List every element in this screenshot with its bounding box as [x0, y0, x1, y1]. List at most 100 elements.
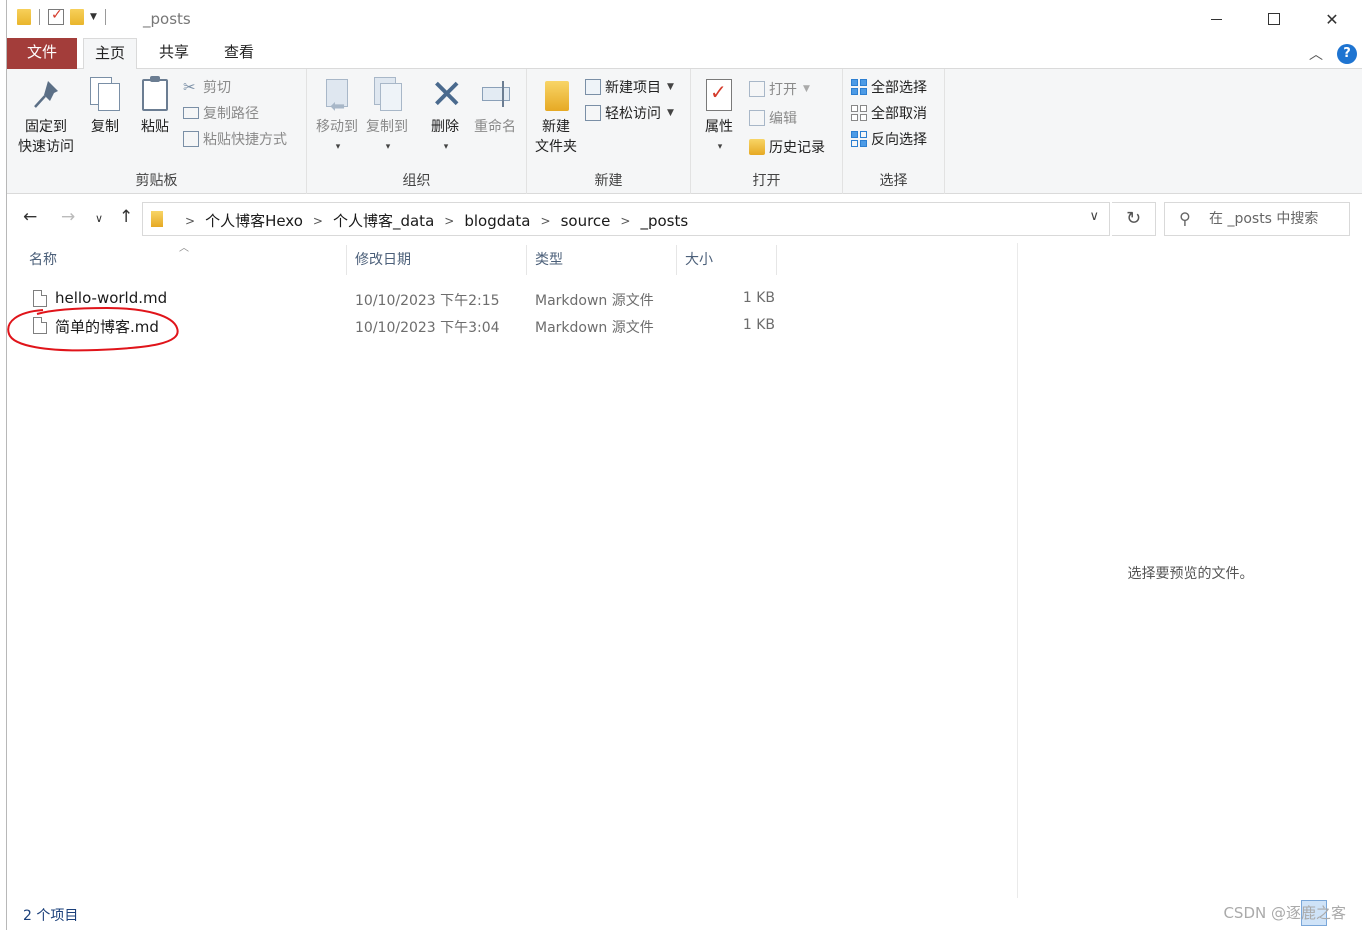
properties-button[interactable]: 属性 ▾ [697, 77, 741, 157]
scissors-icon: ✂ [183, 78, 196, 96]
select-all-button[interactable]: 全部选择 [851, 75, 927, 99]
properties-caret-icon: ▾ [717, 142, 723, 152]
new-folder-icon [539, 77, 573, 113]
delete-label: 删除 [431, 119, 459, 135]
breadcrumb-item[interactable]: _posts [640, 212, 688, 230]
clipboard-group-label: 剪贴板 [135, 173, 178, 189]
close-button[interactable]: ✕ [1303, 0, 1361, 38]
select-all-label: 全部选择 [871, 80, 927, 96]
rename-label: 重命名 [474, 119, 516, 135]
status-bar: 2 个项目 CSDN @逐鹿之客 [7, 900, 1362, 930]
paste-shortcut-button[interactable]: 粘贴快捷方式 [183, 127, 287, 151]
chevron-down-icon[interactable]: ∨ [1089, 209, 1099, 224]
new-folder-button[interactable]: 新建 文件夹 [531, 77, 581, 157]
maximize-button[interactable] [1245, 0, 1303, 38]
tab-share[interactable]: 共享 [147, 38, 201, 69]
chevron-right-icon[interactable]: > [620, 214, 630, 228]
new-item-icon [585, 79, 601, 95]
pin-quick-access-button[interactable]: 固定到 快速访问 [13, 77, 79, 157]
file-date: 10/10/2023 下午2:15 [355, 293, 500, 309]
preview-message: 选择要预览的文件。 [1127, 566, 1254, 582]
new-group-label: 新建 [594, 173, 623, 189]
new-item-caret-icon: ▼ [667, 82, 674, 92]
paste-shortcut-icon [183, 131, 199, 147]
cut-button[interactable]: ✂ 剪切 [183, 75, 231, 99]
organize-group-label: 组织 [402, 173, 431, 189]
column-header-size[interactable]: 大小 [677, 245, 777, 275]
open-group: 属性 ▾ 打开 ▼ 编辑 历史记录 打开 [691, 69, 843, 194]
preview-pane: 选择要预览的文件。 [1017, 243, 1362, 898]
column-headers: ︿ 名称 修改日期 类型 大小 [7, 243, 1017, 275]
paste-shortcut-label: 粘贴快捷方式 [203, 132, 287, 148]
tab-view[interactable]: 查看 [212, 38, 266, 69]
properties-icon[interactable] [48, 7, 64, 25]
refresh-button[interactable]: ↻ [1112, 202, 1156, 236]
copy-path-button[interactable]: 复制路径 [183, 101, 259, 125]
chevron-right-icon[interactable]: > [541, 214, 551, 228]
chevron-right-icon[interactable]: > [444, 214, 454, 228]
close-icon: ✕ [1325, 9, 1339, 29]
forward-arrow-icon[interactable]: → [61, 207, 75, 227]
open-icon [749, 81, 765, 97]
help-icon[interactable]: ? [1337, 44, 1357, 64]
copy-button[interactable]: 复制 [83, 77, 127, 137]
customize-toolbar-icon[interactable]: ▼ [90, 12, 97, 22]
delete-icon: ✕ [430, 72, 464, 118]
address-bar[interactable]: > 个人博客Hexo > 个人博客_data > blogdata > source > _pos… [142, 202, 1110, 236]
explorer-window: ▼ _posts ✕ 文件 主页 共享 查看 ︿ ? 固定到 快速访问 [6, 0, 1362, 930]
minimize-button[interactable] [1187, 0, 1245, 38]
toolbar-separator [104, 9, 106, 25]
column-header-type[interactable]: 类型 [527, 245, 677, 275]
easy-access-icon [585, 105, 601, 121]
search-input[interactable] [1209, 203, 1347, 235]
folder-icon[interactable] [17, 9, 31, 25]
organize-group: ⬅ 移动到 ▾ 复制到 ▾ ✕ 删除 ▾ 重命名 组织 [307, 69, 527, 194]
open-button[interactable]: 打开 ▼ [749, 77, 810, 101]
history-icon [749, 139, 765, 155]
column-header-name[interactable]: 名称 [21, 245, 347, 275]
copy-label: 复制 [91, 119, 119, 135]
chevron-right-icon[interactable]: > [313, 214, 323, 228]
new-folder-label: 新建 文件夹 [535, 119, 577, 155]
rename-button[interactable]: 重命名 [471, 77, 519, 137]
copy-path-label: 复制路径 [203, 106, 259, 122]
breadcrumb-item[interactable]: 个人博客Hexo [205, 210, 303, 231]
copy-to-caret-icon: ▾ [385, 142, 391, 152]
window-title: _posts [143, 10, 191, 28]
move-to-button[interactable]: ⬅ 移动到 ▾ [313, 77, 361, 157]
open-label: 打开 [769, 82, 797, 98]
history-button[interactable]: 历史记录 [749, 135, 825, 159]
copy-to-button[interactable]: 复制到 ▾ [363, 77, 411, 157]
new-item-button[interactable]: 新建项目 ▼ [585, 75, 674, 99]
select-none-button[interactable]: 全部取消 [851, 101, 927, 125]
properties-label: 属性 [705, 119, 733, 135]
column-header-date[interactable]: 修改日期 [347, 245, 527, 275]
paste-label: 粘贴 [141, 119, 169, 135]
delete-button[interactable]: ✕ 删除 ▾ [423, 72, 467, 157]
breadcrumb-item[interactable]: 个人博客_data [333, 210, 434, 231]
clipboard-group: 固定到 快速访问 复制 粘贴 ✂ 剪切 复制路径 粘贴快捷方式 剪贴板 [7, 69, 307, 194]
chevron-right-icon[interactable]: > [185, 214, 195, 228]
copy-icon [88, 77, 122, 113]
up-arrow-icon[interactable]: ↑ [119, 207, 133, 227]
invert-selection-button[interactable]: 反向选择 [851, 127, 927, 151]
search-box: ⚲ [1164, 202, 1350, 236]
recent-locations-icon[interactable]: ∨ [95, 212, 103, 225]
easy-access-button[interactable]: 轻松访问 ▼ [585, 101, 674, 125]
collapse-ribbon-icon[interactable]: ︿ [1309, 44, 1323, 64]
breadcrumb-item[interactable]: source [561, 212, 611, 230]
select-group-label: 选择 [879, 173, 908, 189]
tab-home[interactable]: 主页 [83, 38, 137, 70]
breadcrumb: > 个人博客Hexo > 个人博客_data > blogdata > source > _pos… [175, 210, 688, 231]
tab-file[interactable]: 文件 [7, 38, 77, 69]
cut-label: 剪切 [203, 80, 231, 96]
minimize-icon [1210, 18, 1222, 20]
new-folder-icon[interactable] [70, 9, 84, 25]
edit-button[interactable]: 编辑 [749, 106, 797, 130]
back-arrow-icon[interactable]: ← [23, 207, 37, 227]
invert-selection-icon [851, 131, 867, 147]
move-to-caret-icon: ▾ [335, 142, 341, 152]
paste-button[interactable]: 粘贴 [133, 76, 177, 137]
new-item-label: 新建项目 [605, 80, 661, 96]
breadcrumb-item[interactable]: blogdata [464, 212, 530, 230]
